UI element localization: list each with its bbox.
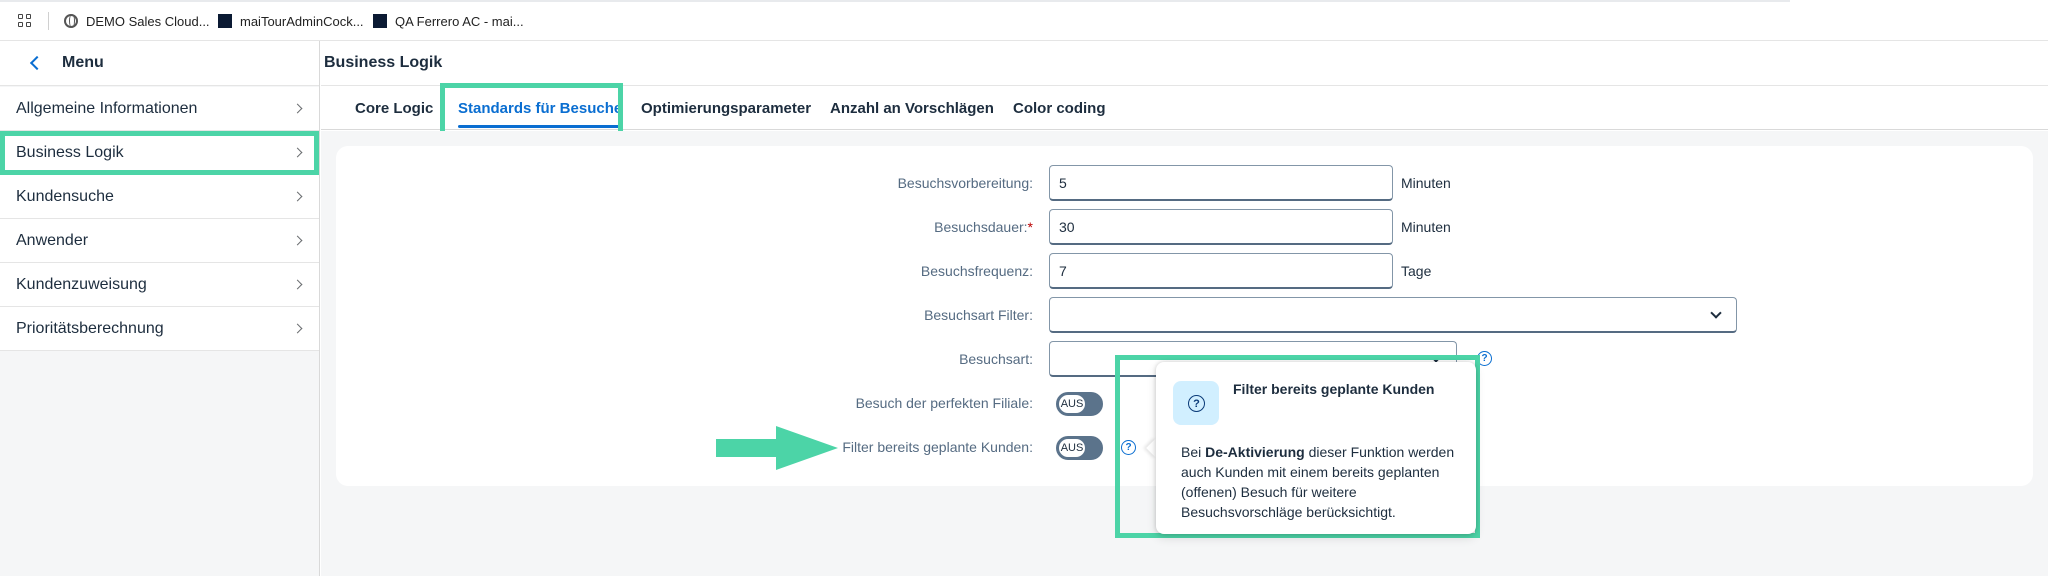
bookmark-label: QA Ferrero AC - mai... — [395, 13, 524, 29]
page-header: Business Logik — [321, 41, 2048, 86]
besuchsfrequenz-label: Besuchsfrequenz: — [920, 263, 1033, 279]
tab-standards-fuer-besuche[interactable]: Standards für Besuche — [458, 86, 623, 130]
sidebar-item-kundenzuweisung[interactable]: Kundenzuweisung — [0, 263, 319, 307]
sidebar-item-kundensuche[interactable]: Kundensuche — [0, 175, 319, 219]
sidebar-item-label: Allgemeine Informationen — [16, 99, 198, 117]
window-top-line — [0, 0, 1790, 2]
chevron-right-icon — [292, 191, 303, 202]
question-icon: ? — [1188, 395, 1205, 412]
sidebar-title: Menu — [62, 54, 104, 71]
bookmark-label: maiTourAdminCock... — [240, 13, 364, 29]
switch-knob: AUS — [1058, 394, 1086, 414]
bookmark-separator — [48, 12, 49, 30]
switch-knob: AUS — [1058, 438, 1086, 458]
bookmark-demo-sales-cloud[interactable]: DEMO Sales Cloud... — [64, 12, 210, 30]
sidebar-item-label: Anwender — [16, 231, 89, 249]
input-value: 5 — [1059, 174, 1067, 191]
tab-color-coding[interactable]: Color coding — [1013, 86, 1106, 130]
popover-title: Filter bereits geplante Kunden — [1233, 381, 1435, 397]
sidebar-item-label: Business Logik — [16, 143, 124, 161]
bookmark-maitour-admin[interactable]: maiTourAdminCock... — [218, 12, 364, 30]
sidebar-header: Menu — [0, 41, 319, 86]
sidebar-item-label: Kundensuche — [16, 187, 114, 205]
chevron-right-icon — [292, 235, 303, 246]
apps-grid-icon[interactable] — [18, 14, 32, 28]
besuchsfrequenz-unit: Tage — [1401, 263, 1432, 279]
back-chevron-icon[interactable] — [29, 55, 45, 71]
tab-anzahl-an-vorschlaegen[interactable]: Anzahl an Vorschlägen — [830, 86, 994, 130]
tab-bar: Core Logic Standards für Besuche Optimie… — [321, 86, 2048, 130]
besuchsvorbereitung-unit: Minuten — [1401, 175, 1451, 191]
besuchsart-label: Besuchsart: — [959, 351, 1033, 367]
popover-body: Bei De-Aktivierung dieser Funktion werde… — [1181, 442, 1466, 522]
popover-body-prefix: Bei — [1181, 444, 1206, 460]
sidebar-item-prioritaetsberechnung[interactable]: Prioritätsberechnung — [0, 307, 319, 351]
sidebar: Menu Allgemeine Informationen Business L… — [0, 41, 320, 576]
geplante-kunden-label: Filter bereits geplante Kunden: — [842, 439, 1033, 455]
popover-badge: ? — [1173, 381, 1219, 425]
besuchsvorbereitung-label: Besuchsvorbereitung: — [897, 175, 1033, 191]
chevron-right-icon — [292, 103, 303, 114]
app-square-icon — [218, 14, 232, 28]
besuchsart-filter-select[interactable] — [1049, 297, 1737, 333]
required-asterisk: * — [1027, 219, 1033, 235]
sidebar-item-label: Prioritätsberechnung — [16, 319, 164, 337]
sidebar-item-label: Kundenzuweisung — [16, 275, 147, 293]
besuchsdauer-label-text: Besuchsdauer: — [934, 219, 1028, 235]
sidebar-list: Allgemeine Informationen Business Logik … — [0, 87, 319, 351]
popover-body-bold: De-Aktivierung — [1205, 444, 1305, 460]
chevron-right-icon — [292, 279, 303, 290]
bookmark-qa-ferrero[interactable]: QA Ferrero AC - mai... — [373, 12, 524, 30]
bookmarks-bar: DEMO Sales Cloud... maiTourAdminCock... … — [0, 0, 2048, 41]
tab-optimierungsparameter[interactable]: Optimierungsparameter — [641, 86, 811, 130]
besuchsvorbereitung-input[interactable]: 5 — [1049, 165, 1393, 201]
chevron-right-icon — [292, 147, 303, 158]
besuchsdauer-label: Besuchsdauer:* — [934, 219, 1033, 235]
input-value: 30 — [1059, 218, 1075, 235]
sidebar-item-allgemeine-informationen[interactable]: Allgemeine Informationen — [0, 87, 319, 131]
sidebar-item-business-logik[interactable]: Business Logik — [0, 131, 319, 175]
page-title: Business Logik — [324, 54, 443, 71]
besuchsart-filter-label: Besuchsart Filter: — [924, 307, 1033, 323]
chevron-down-icon — [1710, 307, 1722, 319]
input-value: 7 — [1059, 262, 1067, 279]
annotation-arrow-icon — [716, 426, 838, 470]
besuchsdauer-unit: Minuten — [1401, 219, 1451, 235]
globe-icon — [64, 14, 78, 28]
geplante-kunden-switch[interactable]: AUS — [1056, 436, 1103, 460]
perfekte-filiale-label: Besuch der perfekten Filiale: — [855, 395, 1033, 411]
besuchsfrequenz-input[interactable]: 7 — [1049, 253, 1393, 289]
app-square-icon — [373, 14, 387, 28]
help-popover: ? Filter bereits geplante Kunden Bei De-… — [1156, 362, 1476, 534]
bookmark-label: DEMO Sales Cloud... — [86, 13, 210, 29]
besuchsdauer-input[interactable]: 30 — [1049, 209, 1393, 245]
tab-core-logic[interactable]: Core Logic — [355, 86, 433, 130]
perfekte-filiale-switch[interactable]: AUS — [1056, 392, 1103, 416]
chevron-right-icon — [292, 323, 303, 334]
sidebar-item-anwender[interactable]: Anwender — [0, 219, 319, 263]
